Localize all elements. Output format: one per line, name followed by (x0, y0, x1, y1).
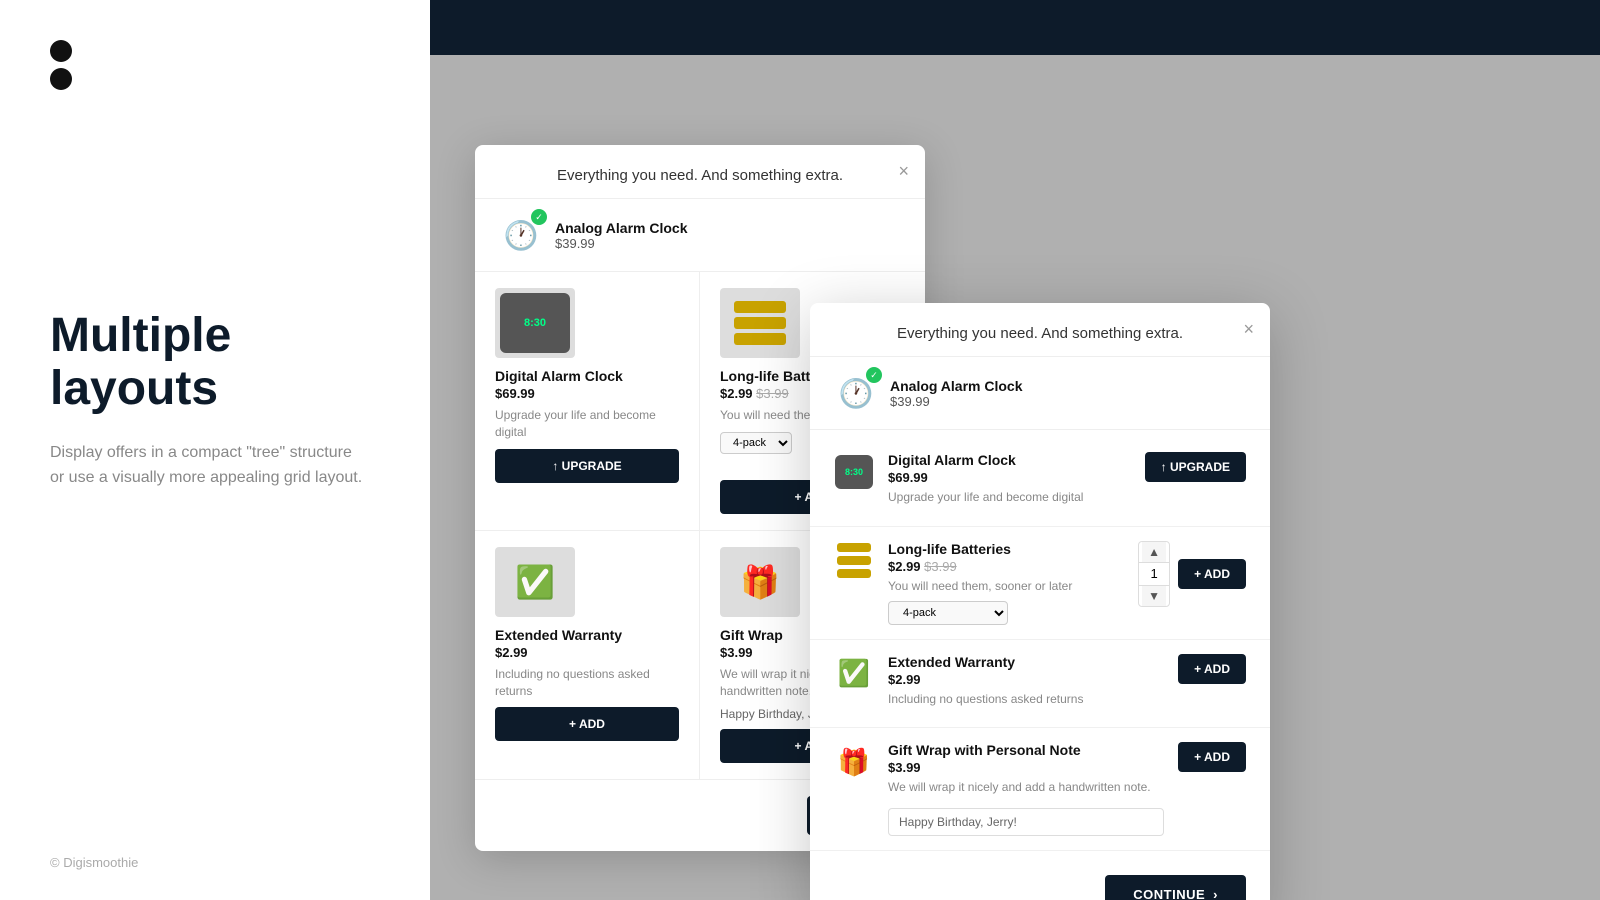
warranty-image: ✅ (495, 547, 575, 617)
gift-note-input[interactable] (888, 808, 1164, 836)
headline: Multiplelayouts (50, 310, 380, 416)
batteries-image (720, 288, 800, 358)
list-item-3-price: $2.99 (888, 672, 1164, 687)
quantity-stepper: ▲ ▼ (1138, 541, 1170, 607)
list-item-3-name: Extended Warranty (888, 654, 1164, 670)
modal-front-close-icon[interactable]: × (1243, 319, 1254, 340)
list-item-warranty: ✅ Extended Warranty $2.99 Including no q… (810, 640, 1270, 729)
list-gift-icon: 🎁 (838, 747, 870, 778)
list-item-3-icon: ✅ (834, 654, 874, 694)
list-item-gift: 🎁 Gift Wrap with Personal Note $3.99 We … (810, 728, 1270, 851)
continue-button[interactable]: CONTINUE › (1105, 875, 1246, 900)
list-item-4-desc: We will wrap it nicely and add a handwri… (888, 779, 1164, 796)
grid-item-3-add-button[interactable]: + ADD (495, 707, 679, 741)
grid-item-2-select[interactable]: 4-pack 8-pack (720, 432, 792, 454)
list-item-2-name: Long-life Batteries (888, 541, 1124, 557)
qty-down-button[interactable]: ▼ (1142, 586, 1166, 606)
front-check-badge-icon: ✓ (866, 367, 882, 383)
list-item-1-desc: Upgrade your life and become digital (888, 489, 1131, 506)
back-product-price: $39.99 (555, 236, 688, 251)
list-item-1-price: $69.99 (888, 470, 1131, 485)
logo (50, 40, 380, 90)
back-product-name: Analog Alarm Clock (555, 220, 688, 236)
modal-back-close-icon[interactable]: × (898, 161, 909, 182)
grid-item-warranty: ✅ Extended Warranty $2.99 Including no q… (475, 531, 700, 781)
modal-front-footer: CONTINUE › (810, 859, 1270, 900)
list-item-1-icon: 8:30 (834, 452, 874, 492)
list-item-3-desc: Including no questions asked returns (888, 691, 1164, 708)
digital-clock-visual: 8:30 (500, 293, 570, 353)
list-items: 8:30 Digital Alarm Clock $69.99 Upgrade … (810, 430, 1270, 859)
list-item-2-price: $2.99 $3.99 (888, 559, 1124, 574)
list-digital-clock-visual: 8:30 (835, 455, 873, 489)
modal-back-product: 🕐 ✓ Analog Alarm Clock $39.99 (475, 199, 925, 272)
front-product-price: $39.99 (890, 394, 1023, 409)
list-item-2-select[interactable]: 4-pack 8-pack (888, 601, 1008, 625)
list-item-2-add-button[interactable]: + ADD (1178, 559, 1246, 589)
list-item-2-btn-wrap: ▲ ▼ + ADD (1138, 541, 1246, 607)
list-item-2-icon (834, 541, 874, 581)
list-item-3-btn-wrap: + ADD (1178, 654, 1246, 684)
modal-front-product: 🕐 ✓ Analog Alarm Clock $39.99 (810, 357, 1270, 430)
digital-clock-image: 8:30 (495, 288, 575, 358)
modal-front-header: Everything you need. And something extra… (810, 303, 1270, 357)
list-item-4-name: Gift Wrap with Personal Note (888, 742, 1164, 758)
check-badge-icon: ✓ (531, 209, 547, 225)
warranty-icon: ✅ (515, 563, 555, 601)
list-item-1-name: Digital Alarm Clock (888, 452, 1131, 468)
front-product-icon-wrap: 🕐 ✓ (834, 371, 878, 415)
list-item-batteries: Long-life Batteries $2.99 $3.99 You will… (810, 527, 1270, 640)
grid-item-3-price: $2.99 (495, 645, 679, 660)
continue-arrow-icon: › (1213, 887, 1218, 900)
list-warranty-icon: ✅ (838, 658, 870, 689)
modal-front-title: Everything you need. And something extra… (897, 325, 1183, 342)
logo-dot-bottom (50, 68, 72, 90)
list-item-4-price: $3.99 (888, 760, 1164, 775)
gift-image: 🎁 (720, 547, 800, 617)
product-info: Analog Alarm Clock $39.99 (555, 220, 688, 251)
front-product-info: Analog Alarm Clock $39.99 (890, 378, 1023, 409)
front-product-name: Analog Alarm Clock (890, 378, 1023, 394)
qty-input[interactable] (1139, 562, 1169, 586)
list-item-2-desc: You will need them, sooner or later (888, 578, 1124, 595)
subtext: Display offers in a compact "tree" struc… (50, 440, 370, 491)
list-item-4-btn-wrap: + ADD (1178, 742, 1246, 772)
qty-up-button[interactable]: ▲ (1142, 542, 1166, 562)
grid-item-1-name: Digital Alarm Clock (495, 368, 679, 384)
modal-front: Everything you need. And something extra… (810, 303, 1270, 900)
grid-item-1-desc: Upgrade your life and become digital (495, 407, 679, 441)
battery-visual (725, 293, 795, 353)
gift-icon: 🎁 (740, 563, 780, 601)
list-item-digital-clock: 8:30 Digital Alarm Clock $69.99 Upgrade … (810, 438, 1270, 527)
grid-item-1-price: $69.99 (495, 386, 679, 401)
grid-item-1-upgrade-button[interactable]: ↑ UPGRADE (495, 449, 679, 483)
list-battery-visual (835, 543, 873, 579)
list-item-4-add-button[interactable]: + ADD (1178, 742, 1246, 772)
copyright: © Digismoothie (50, 855, 138, 870)
list-item-4-content: Gift Wrap with Personal Note $3.99 We wi… (888, 742, 1164, 836)
grid-item-3-desc: Including no questions asked returns (495, 666, 679, 700)
list-item-1-upgrade-button[interactable]: ↑ UPGRADE (1145, 452, 1246, 482)
modal-back-title: Everything you need. And something extra… (557, 167, 843, 184)
list-item-1-btn-wrap: ↑ UPGRADE (1145, 452, 1246, 482)
list-item-4-icon: 🎁 (834, 742, 874, 782)
grid-item-digital-clock: 8:30 Digital Alarm Clock $69.99 Upgrade … (475, 272, 700, 531)
modal-back-header: Everything you need. And something extra… (475, 145, 925, 199)
product-icon-wrap: 🕐 ✓ (499, 213, 543, 257)
logo-dot-top (50, 40, 72, 62)
grid-item-3-name: Extended Warranty (495, 627, 679, 643)
list-item-1-content: Digital Alarm Clock $69.99 Upgrade your … (888, 452, 1131, 512)
right-panel: Everything you need. And something extra… (430, 0, 1600, 900)
list-item-2-content: Long-life Batteries $2.99 $3.99 You will… (888, 541, 1124, 625)
left-panel: Multiplelayouts Display offers in a comp… (0, 0, 430, 900)
continue-label: CONTINUE (1133, 887, 1205, 900)
list-item-3-content: Extended Warranty $2.99 Including no que… (888, 654, 1164, 714)
dark-bar (430, 0, 1600, 55)
list-item-3-add-button[interactable]: + ADD (1178, 654, 1246, 684)
gray-bg: Everything you need. And something extra… (430, 55, 1600, 900)
